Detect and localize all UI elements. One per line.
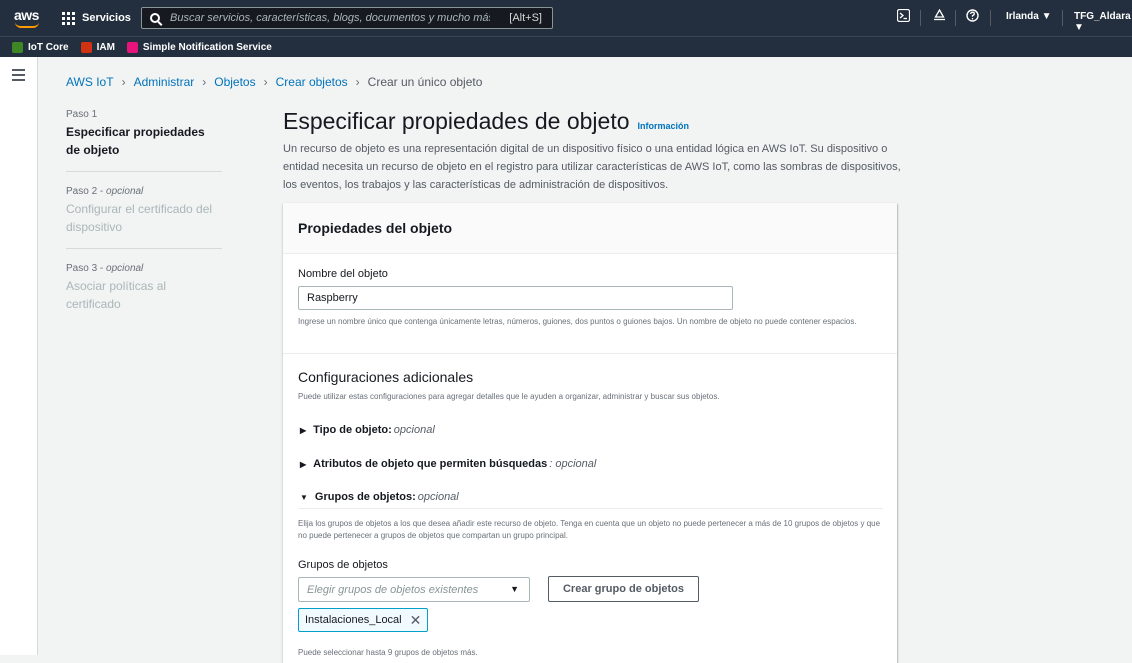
info-link[interactable]: Información bbox=[638, 121, 690, 131]
collapsed-sidebar bbox=[0, 57, 38, 655]
nav-divider bbox=[955, 10, 956, 26]
favorite-label: Simple Notification Service bbox=[142, 41, 272, 53]
optional-label: opcional bbox=[393, 424, 435, 436]
expander-label: Tipo de objeto: bbox=[313, 424, 392, 436]
page-description: Un recurso de objeto es una representaci… bbox=[283, 143, 901, 191]
thing-name-label: Nombre del objeto bbox=[298, 268, 388, 280]
step-label: Paso 1 bbox=[66, 109, 98, 120]
caret-down-icon: ▼ bbox=[510, 584, 519, 594]
thing-groups-limit-hint: Puede seleccionar hasta 9 grupos de obje… bbox=[298, 648, 478, 657]
breadcrumb-current: Crear un único objeto bbox=[367, 75, 483, 89]
chevron-right-icon: › bbox=[121, 75, 126, 89]
thing-name-hint: Ingrese un nombre único que contenga úni… bbox=[298, 317, 857, 326]
help-icon[interactable] bbox=[962, 8, 982, 28]
step-title: Configurar el certificado del dispositiv… bbox=[66, 202, 213, 234]
expander-thing-type[interactable]: ▶ Tipo de objeto: opcional bbox=[300, 424, 435, 436]
step-label: Paso 2 - opcional bbox=[66, 186, 144, 197]
aws-logo[interactable]: aws bbox=[14, 7, 39, 23]
expander-thing-groups[interactable]: ▼ Grupos de objetos: opcional bbox=[300, 491, 459, 503]
services-menu-button[interactable]: Servicios bbox=[62, 8, 131, 28]
thing-groups-select[interactable]: Elegir grupos de objetos existentes ▼ bbox=[298, 577, 530, 602]
region-selector[interactable]: Irlanda ▼ bbox=[1006, 11, 1051, 22]
search-input[interactable] bbox=[170, 12, 490, 24]
step-divider bbox=[66, 171, 222, 172]
chevron-right-icon: › bbox=[202, 75, 207, 89]
token-label: Instalaciones_Local bbox=[305, 614, 402, 626]
step-title: Asociar políticas al certificado bbox=[66, 279, 167, 311]
expander-searchable-attributes[interactable]: ▶ Atributos de objeto que permiten búsqu… bbox=[300, 458, 596, 470]
favorite-iam[interactable]: IAM bbox=[80, 41, 115, 53]
sns-icon bbox=[126, 41, 138, 53]
create-thing-group-button[interactable]: Crear grupo de objetos bbox=[548, 576, 699, 602]
thing-name-input[interactable] bbox=[298, 286, 733, 310]
step-2: Paso 2 - opcional Configurar el certific… bbox=[66, 186, 222, 236]
page-title: Especificar propiedades de objeto bbox=[283, 108, 630, 134]
selected-group-token: Instalaciones_Local ✕ bbox=[298, 608, 429, 632]
breadcrumb: AWS IoT › Administrar › Objetos › Crear … bbox=[66, 75, 482, 89]
close-icon[interactable]: ✕ bbox=[410, 613, 422, 627]
grid-icon bbox=[62, 11, 75, 25]
cloudshell-icon[interactable] bbox=[893, 8, 913, 28]
optional-label: opcional bbox=[417, 491, 459, 503]
breadcrumb-objetos[interactable]: Objetos bbox=[214, 75, 255, 89]
step-label: Paso 3 - opcional bbox=[66, 263, 144, 274]
bell-icon[interactable] bbox=[929, 8, 949, 28]
favorite-label: IAM bbox=[96, 41, 115, 53]
caret-right-icon: ▶ bbox=[300, 425, 307, 435]
step-1: Paso 1 Especificar propiedades de objeto bbox=[66, 109, 222, 159]
optional-label: : opcional bbox=[549, 458, 597, 470]
nav-divider bbox=[1062, 10, 1063, 26]
additional-config-description: Puede utilizar estas configuraciones par… bbox=[298, 392, 720, 401]
iot-core-icon bbox=[12, 41, 23, 53]
thing-groups-description: Elija los grupos de objetos a los que de… bbox=[298, 519, 881, 540]
wizard-steps: Paso 1 Especificar propiedades de objeto… bbox=[66, 109, 222, 313]
favorites-bar: IoT Core IAM Simple Notification Service bbox=[0, 36, 1132, 57]
favorite-iot-core[interactable]: IoT Core bbox=[12, 41, 69, 53]
divider bbox=[283, 353, 897, 354]
additional-config-title: Configuraciones adicionales bbox=[298, 369, 474, 385]
expander-label: Grupos de objetos: bbox=[314, 491, 416, 503]
expander-label: Atributos de objeto que permiten búsqued… bbox=[313, 458, 548, 470]
breadcrumb-administrar[interactable]: Administrar bbox=[134, 75, 195, 89]
top-navigation: aws Servicios [Alt+S] Irlanda ▼ TFG_Alda… bbox=[0, 0, 1132, 36]
search-icon bbox=[150, 13, 160, 23]
search-shortcut: [Alt+S] bbox=[509, 12, 542, 24]
iam-icon bbox=[80, 41, 92, 53]
caret-right-icon: ▶ bbox=[300, 459, 307, 469]
chevron-right-icon: › bbox=[355, 75, 360, 89]
caret-down-icon: ▼ bbox=[300, 492, 308, 502]
panel-header: Propiedades del objeto bbox=[283, 203, 897, 254]
nav-divider bbox=[920, 10, 921, 26]
favorite-label: IoT Core bbox=[28, 41, 69, 53]
nav-divider bbox=[990, 10, 991, 26]
step-title-active: Especificar propiedades de objeto bbox=[66, 125, 205, 157]
select-placeholder: Elegir grupos de objetos existentes bbox=[307, 584, 479, 596]
panel-title: Propiedades del objeto bbox=[298, 220, 453, 236]
services-label: Servicios bbox=[82, 12, 131, 24]
step-divider bbox=[66, 248, 222, 249]
breadcrumb-crear-objetos[interactable]: Crear objetos bbox=[276, 75, 348, 89]
breadcrumb-aws-iot[interactable]: AWS IoT bbox=[66, 75, 114, 89]
favorite-sns[interactable]: Simple Notification Service bbox=[126, 41, 272, 53]
chevron-right-icon: › bbox=[263, 75, 268, 89]
step-3: Paso 3 - opcional Asociar políticas al c… bbox=[66, 263, 222, 313]
account-menu[interactable]: TFG_Aldara ▼ bbox=[1074, 11, 1132, 33]
divider bbox=[298, 508, 883, 509]
page-header: Especificar propiedades de objeto Inform… bbox=[283, 108, 689, 135]
thing-properties-panel: Propiedades del objeto Nombre del objeto… bbox=[283, 203, 897, 663]
menu-icon[interactable] bbox=[12, 69, 25, 84]
search-bar[interactable]: [Alt+S] bbox=[141, 7, 553, 29]
thing-groups-label: Grupos de objetos bbox=[298, 559, 388, 571]
aws-logo-smile bbox=[15, 22, 39, 28]
